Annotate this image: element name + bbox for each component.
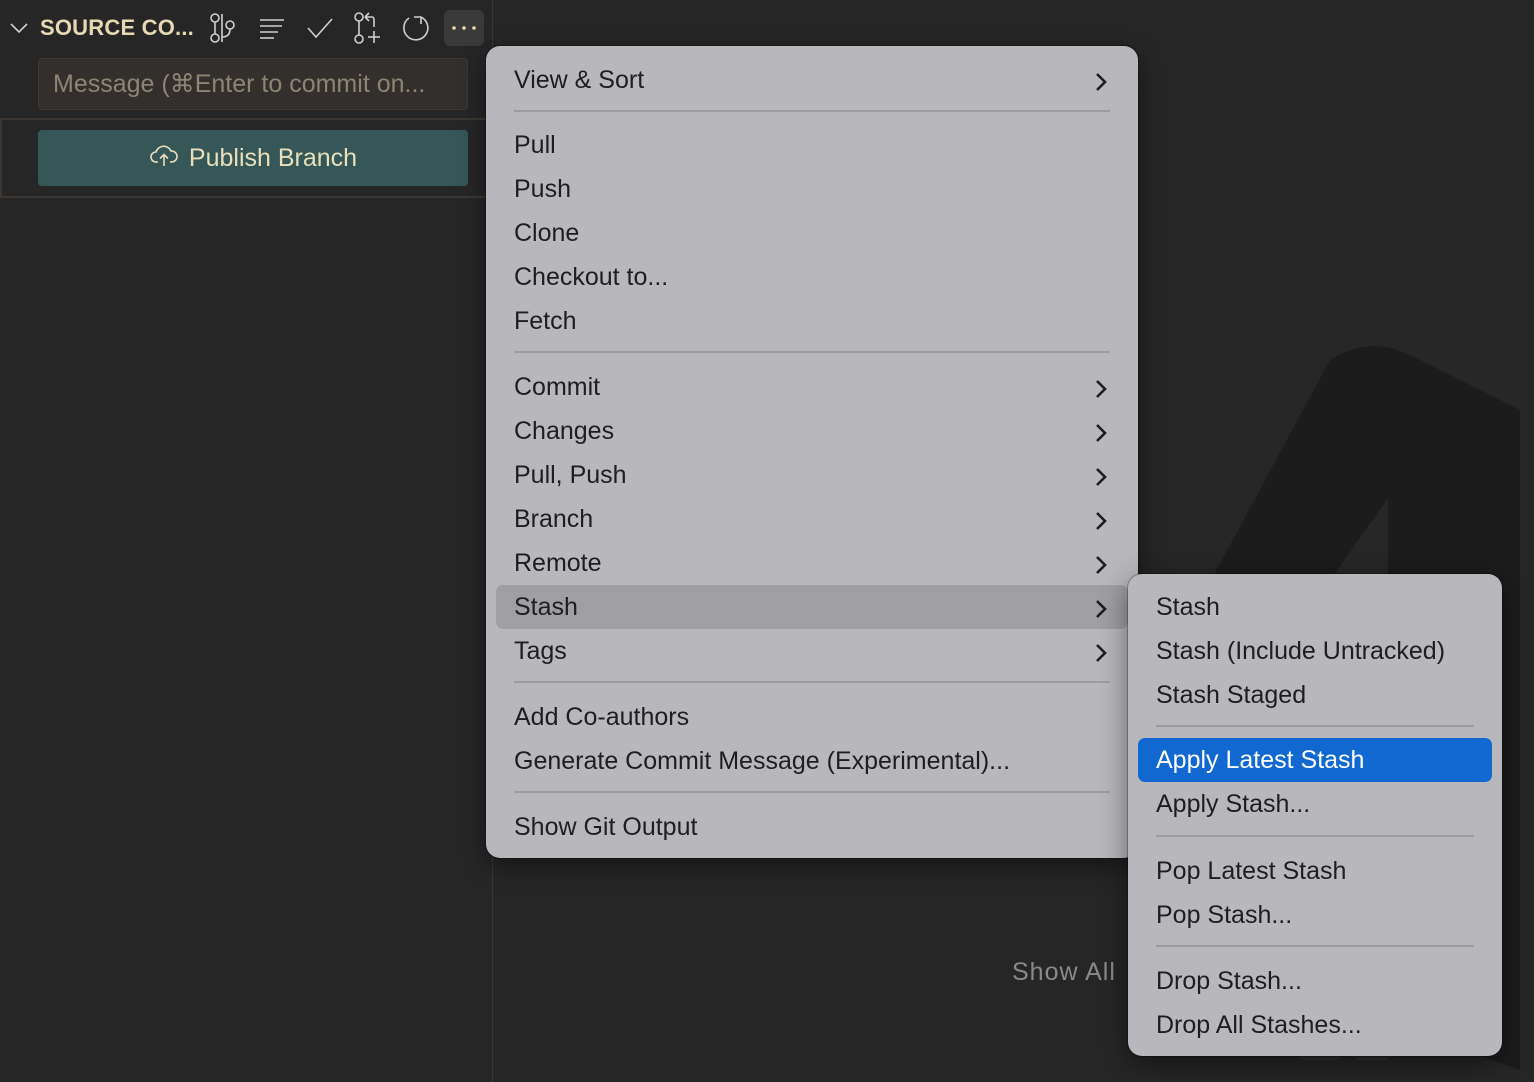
view-as-tree-icon[interactable] [202, 10, 242, 46]
menu-item-label: Pop Latest Stash [1156, 856, 1347, 885]
menu-item-label: Changes [514, 416, 615, 445]
vscode-window: SOURCE CO... Message (⌘Enter to commit o… [0, 0, 1534, 1082]
menu-item-label: View & Sort [514, 65, 645, 94]
show-all-commands-label: Show All [1012, 958, 1116, 986]
chevron-right-icon [1094, 377, 1108, 398]
submenu-item-apply-stash[interactable]: Apply Stash... [1138, 782, 1492, 826]
menu-item-tags[interactable]: Tags [496, 629, 1128, 673]
menu-item-commit[interactable]: Commit [496, 365, 1128, 409]
menu-item-label: Generate Commit Message (Experimental)..… [514, 746, 1011, 775]
menu-item-pull-push[interactable]: Pull, Push [496, 453, 1128, 497]
submenu-item-drop-all-stashes[interactable]: Drop All Stashes... [1138, 1003, 1492, 1047]
check-icon[interactable] [300, 10, 340, 46]
menu-item-label: Fetch [514, 306, 577, 335]
section-title[interactable]: SOURCE CO... [40, 15, 194, 41]
more-actions-icon[interactable] [444, 10, 484, 46]
chevron-right-icon [1094, 421, 1108, 442]
chevron-right-icon [1094, 553, 1108, 574]
refresh-icon[interactable] [396, 10, 436, 46]
menu-separator [514, 110, 1110, 112]
publish-branch-button[interactable]: Publish Branch [38, 130, 468, 186]
menu-item-label: Drop Stash... [1156, 966, 1302, 995]
stash-submenu: Stash Stash (Include Untracked) Stash St… [1128, 574, 1502, 1056]
chevron-right-icon [1094, 465, 1108, 486]
menu-item-label: Stash [1156, 592, 1220, 621]
pull-request-create-icon[interactable] [348, 10, 388, 46]
menu-item-label: Apply Stash... [1156, 789, 1311, 818]
submenu-item-apply-latest-stash[interactable]: Apply Latest Stash [1138, 738, 1492, 782]
menu-item-generate-commit-message[interactable]: Generate Commit Message (Experimental)..… [496, 739, 1128, 783]
cloud-upload-icon [149, 143, 179, 174]
menu-item-label: Pop Stash... [1156, 900, 1293, 929]
list-icon[interactable] [252, 10, 292, 46]
menu-item-label: Branch [514, 504, 594, 533]
submenu-item-drop-stash[interactable]: Drop Stash... [1138, 959, 1492, 1003]
chevron-right-icon [1094, 597, 1108, 618]
menu-item-clone[interactable]: Clone [496, 211, 1128, 255]
source-control-sidebar: SOURCE CO... Message (⌘Enter to commit o… [0, 0, 493, 1082]
menu-item-fetch[interactable]: Fetch [496, 299, 1128, 343]
menu-item-label: Tags [514, 636, 567, 665]
menu-item-checkout-to[interactable]: Checkout to... [496, 255, 1128, 299]
menu-item-label: Remote [514, 548, 602, 577]
submenu-item-pop-latest-stash[interactable]: Pop Latest Stash [1138, 849, 1492, 893]
more-actions-menu: View & Sort Pull Push Clone Checkout to.… [486, 46, 1138, 858]
menu-separator [514, 791, 1110, 793]
commit-message-input[interactable]: Message (⌘Enter to commit on... [38, 58, 468, 110]
chevron-right-icon [1094, 70, 1108, 91]
menu-item-label: Drop All Stashes... [1156, 1010, 1362, 1039]
menu-item-label: Push [514, 174, 571, 203]
menu-item-label: Stash [514, 592, 578, 621]
menu-item-changes[interactable]: Changes [496, 409, 1128, 453]
menu-item-label: Show Git Output [514, 812, 698, 841]
menu-item-remote[interactable]: Remote [496, 541, 1128, 585]
menu-item-label: Commit [514, 372, 601, 401]
menu-separator [1156, 725, 1474, 727]
chevron-down-icon[interactable] [8, 18, 30, 38]
submenu-item-pop-stash[interactable]: Pop Stash... [1138, 893, 1492, 937]
menu-item-label: Apply Latest Stash [1156, 745, 1365, 774]
submenu-item-stash[interactable]: Stash [1138, 585, 1492, 629]
menu-item-label: Stash (Include Untracked) [1156, 636, 1446, 665]
source-control-header: SOURCE CO... [0, 0, 492, 56]
menu-item-add-co-authors[interactable]: Add Co-authors [496, 695, 1128, 739]
chevron-right-icon [1094, 641, 1108, 662]
menu-separator [514, 681, 1110, 683]
menu-separator [1156, 835, 1474, 837]
menu-item-label: Pull [514, 130, 556, 159]
submenu-item-stash-staged[interactable]: Stash Staged [1138, 673, 1492, 717]
menu-item-view-sort[interactable]: View & Sort [496, 58, 1128, 102]
menu-item-label: Clone [514, 218, 580, 247]
menu-separator [514, 351, 1110, 353]
commit-message-placeholder: Message (⌘Enter to commit on... [53, 70, 426, 98]
menu-item-pull[interactable]: Pull [496, 123, 1128, 167]
menu-item-label: Checkout to... [514, 262, 669, 291]
menu-item-branch[interactable]: Branch [496, 497, 1128, 541]
menu-item-label: Pull, Push [514, 460, 627, 489]
menu-separator [1156, 945, 1474, 947]
menu-item-label: Add Co-authors [514, 702, 690, 731]
menu-item-stash[interactable]: Stash [496, 585, 1128, 629]
menu-item-show-git-output[interactable]: Show Git Output [496, 805, 1128, 849]
chevron-right-icon [1094, 509, 1108, 530]
menu-item-push[interactable]: Push [496, 167, 1128, 211]
menu-item-label: Stash Staged [1156, 680, 1307, 709]
publish-branch-label: Publish Branch [188, 143, 358, 172]
submenu-item-stash-include-untracked[interactable]: Stash (Include Untracked) [1138, 629, 1492, 673]
